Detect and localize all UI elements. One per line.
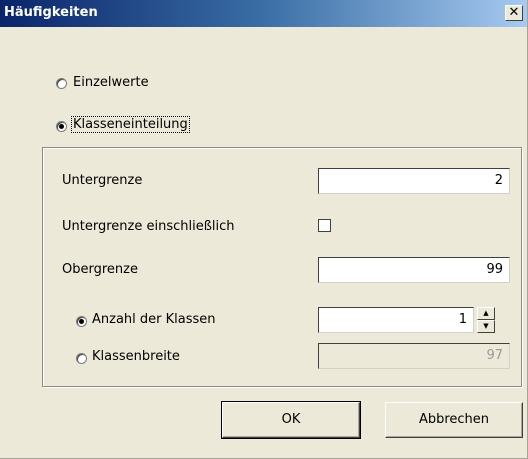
down-arrow-icon: ▼ — [483, 322, 489, 330]
up-arrow-icon: ▲ — [483, 309, 489, 317]
class-width-input[interactable]: 97 — [318, 343, 510, 369]
radio-klassenbreite[interactable] — [76, 353, 87, 364]
radio-einzelwerte-label[interactable]: Einzelwerte — [73, 75, 149, 90]
title-bar: Häufigkeiten ✕ — [0, 0, 527, 27]
radio-klasseneinteilung-label[interactable]: Klasseneinteilung — [71, 116, 190, 133]
radio-einzelwerte[interactable] — [56, 78, 67, 89]
upper-bound-label: Obergrenze — [62, 262, 138, 277]
spin-up-button[interactable]: ▲ — [477, 307, 495, 320]
radio-klassenbreite-label[interactable]: Klassenbreite — [92, 349, 180, 364]
radio-klasseneinteilung[interactable] — [56, 121, 67, 132]
lower-inclusive-label: Untergrenze einschließlich — [62, 219, 235, 234]
dialog-window: Häufigkeiten ✕ Einzelwerte Klasseneintei… — [0, 0, 528, 459]
class-count-input[interactable]: 1 — [318, 307, 474, 333]
lower-inclusive-checkbox[interactable] — [318, 219, 331, 232]
cancel-button[interactable]: Abbrechen — [385, 402, 523, 438]
radio-anzahl-klassen-label[interactable]: Anzahl der Klassen — [92, 312, 216, 327]
close-icon: ✕ — [508, 5, 520, 20]
radio-anzahl-klassen[interactable] — [76, 316, 87, 327]
window-title: Häufigkeiten — [4, 5, 98, 20]
lower-bound-label: Untergrenze — [62, 173, 143, 188]
ok-button[interactable]: OK — [221, 401, 361, 439]
close-button[interactable]: ✕ — [505, 5, 523, 21]
spin-down-button[interactable]: ▼ — [477, 320, 495, 333]
upper-bound-input[interactable]: 99 — [318, 257, 510, 283]
class-count-spinner[interactable]: ▲ ▼ — [477, 307, 495, 333]
lower-bound-input[interactable]: 2 — [318, 168, 510, 194]
